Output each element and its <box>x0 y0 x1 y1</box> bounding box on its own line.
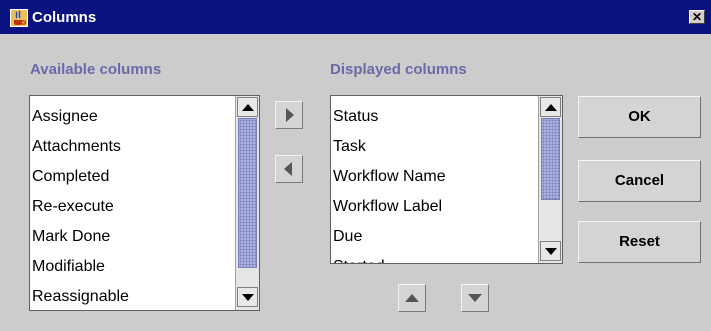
arrow-left-icon <box>284 162 292 176</box>
available-scrollbar[interactable] <box>235 96 259 310</box>
displayed-columns-list[interactable]: Status Task Workflow Name Workflow Label… <box>330 95 563 264</box>
triangle-down-icon <box>545 248 557 255</box>
list-item[interactable]: Status <box>333 102 446 132</box>
list-item[interactable]: Modifiable <box>32 252 129 282</box>
scroll-up-button[interactable] <box>540 97 561 117</box>
available-items: Assignee Attachments Completed Re-execut… <box>32 102 129 310</box>
list-item[interactable]: Due <box>333 222 446 252</box>
triangle-up-icon <box>545 104 557 111</box>
scroll-down-button[interactable] <box>237 287 258 307</box>
arrow-up-icon <box>405 294 419 302</box>
list-item[interactable]: Completed <box>32 162 129 192</box>
columns-dialog: Columns ✕ Available columns Displayed co… <box>0 0 711 331</box>
close-button[interactable]: ✕ <box>689 10 705 24</box>
arrow-right-icon <box>286 108 294 122</box>
available-columns-list[interactable]: Assignee Attachments Completed Re-execut… <box>29 95 260 311</box>
arrow-down-icon <box>468 294 482 302</box>
list-item[interactable]: Workflow Name <box>333 162 446 192</box>
displayed-scrollbar[interactable] <box>538 96 562 263</box>
scroll-up-button[interactable] <box>237 97 258 117</box>
java-cup-icon <box>10 9 28 27</box>
triangle-up-icon <box>242 104 254 111</box>
cancel-button[interactable]: Cancel <box>578 160 701 202</box>
list-item[interactable]: Started <box>333 252 446 263</box>
close-icon: ✕ <box>691 10 703 24</box>
scroll-thumb[interactable] <box>238 118 257 268</box>
displayed-items: Status Task Workflow Name Workflow Label… <box>333 102 446 263</box>
list-item[interactable]: Mark Done <box>32 222 129 252</box>
window-title: Columns <box>32 9 97 26</box>
scroll-down-button[interactable] <box>540 241 561 261</box>
remove-column-button[interactable] <box>275 155 303 183</box>
list-item[interactable]: Re-execute <box>32 192 129 222</box>
ok-button[interactable]: OK <box>578 96 701 138</box>
triangle-down-icon <box>242 294 254 301</box>
list-item[interactable]: Task <box>333 132 446 162</box>
reset-button[interactable]: Reset <box>578 221 701 263</box>
move-down-button[interactable] <box>461 284 489 312</box>
list-item[interactable]: Workflow Label <box>333 192 446 222</box>
title-bar[interactable]: Columns ✕ <box>0 0 711 34</box>
move-up-button[interactable] <box>398 284 426 312</box>
displayed-columns-label: Displayed columns <box>330 61 467 78</box>
available-columns-label: Available columns <box>30 61 162 78</box>
scroll-thumb[interactable] <box>541 118 560 200</box>
list-item[interactable]: Assignee <box>32 102 129 132</box>
list-item[interactable]: Attachments <box>32 132 129 162</box>
add-column-button[interactable] <box>275 101 303 129</box>
list-item[interactable]: Reassignable <box>32 282 129 310</box>
